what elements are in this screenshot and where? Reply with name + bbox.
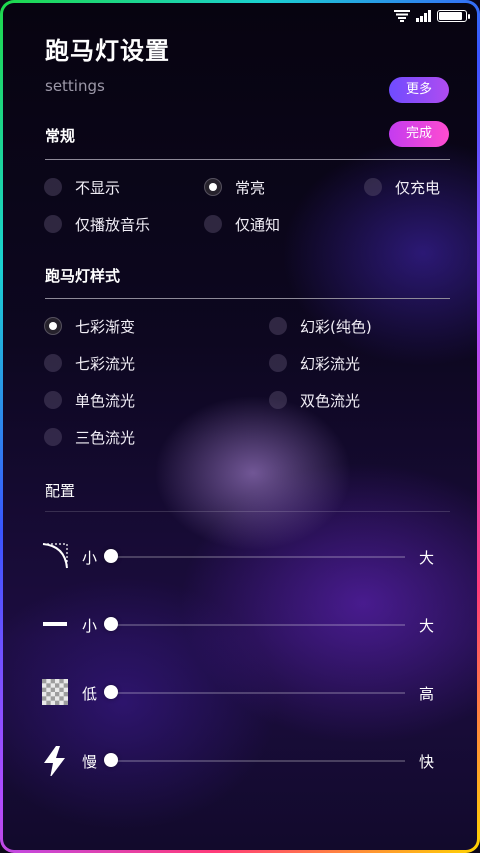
radio-general-2[interactable]: 仅充电 <box>364 176 440 198</box>
radio-dot <box>269 354 287 372</box>
radio-dot <box>204 178 222 196</box>
radio-dot <box>204 215 222 233</box>
radio-dot <box>269 317 287 335</box>
signal-icon <box>416 10 431 22</box>
radio-general-4[interactable]: 仅通知 <box>204 213 280 235</box>
page-subtitle: settings <box>45 77 105 95</box>
transparency-icon <box>42 679 68 705</box>
radio-label: 单色流光 <box>75 391 136 410</box>
radio-style-5[interactable]: 双色流光 <box>269 389 360 411</box>
radio-label: 幻彩流光 <box>300 354 361 373</box>
slider-min-label: 小 <box>82 549 98 567</box>
radio-style-1[interactable]: 幻彩(纯色) <box>269 315 372 337</box>
radio-label: 仅通知 <box>235 215 281 234</box>
radio-dot <box>44 215 62 233</box>
radio-dot <box>44 178 62 196</box>
radio-general-3[interactable]: 仅播放音乐 <box>44 213 150 235</box>
slider-min-label: 小 <box>82 617 98 635</box>
radio-dot <box>269 391 287 409</box>
section-title-general: 常规 <box>45 127 76 145</box>
corner-radius-icon <box>42 543 68 569</box>
slider-track[interactable] <box>111 692 405 694</box>
radio-style-0[interactable]: 七彩渐变 <box>44 315 135 337</box>
radio-style-6[interactable]: 三色流光 <box>44 426 135 448</box>
divider <box>45 159 450 160</box>
radio-dot <box>44 391 62 409</box>
slider-thumb[interactable] <box>104 753 118 767</box>
radio-label: 双色流光 <box>300 391 361 410</box>
divider <box>45 511 450 512</box>
radio-dot <box>44 428 62 446</box>
slider-track[interactable] <box>111 624 405 626</box>
radio-label: 七彩渐变 <box>75 317 136 336</box>
slider-thumb[interactable] <box>104 617 118 631</box>
slider-track[interactable] <box>111 760 405 762</box>
status-bar <box>394 7 470 25</box>
radio-label: 不显示 <box>75 178 121 197</box>
radio-label: 三色流光 <box>75 428 136 447</box>
slider-max-label: 大 <box>419 617 435 635</box>
radio-general-0[interactable]: 不显示 <box>44 176 120 198</box>
done-button[interactable]: 完成 <box>389 121 449 147</box>
radio-dot <box>44 317 62 335</box>
slider-max-label: 大 <box>419 549 435 567</box>
rainbow-frame: 跑马灯设置 settings 更多 常规 完成 不显示 常亮 仅充电 仅播放音乐… <box>0 0 480 853</box>
radio-label: 仅播放音乐 <box>75 215 151 234</box>
more-button[interactable]: 更多 <box>389 77 449 103</box>
slider-min-label: 慢 <box>82 753 98 771</box>
radio-style-4[interactable]: 单色流光 <box>44 389 135 411</box>
radio-dot <box>44 354 62 372</box>
radio-general-1[interactable]: 常亮 <box>204 176 265 198</box>
slider-thumb[interactable] <box>104 549 118 563</box>
radio-dot <box>364 178 382 196</box>
screen: 跑马灯设置 settings 更多 常规 完成 不显示 常亮 仅充电 仅播放音乐… <box>3 3 477 850</box>
section-title-style: 跑马灯样式 <box>45 267 121 285</box>
slider-line-width: 小 大 <box>41 610 441 640</box>
slider-track[interactable] <box>111 556 405 558</box>
slider-thumb[interactable] <box>104 685 118 699</box>
slider-speed: 慢 快 <box>41 746 441 776</box>
radio-label: 幻彩(纯色) <box>300 317 372 336</box>
slider-max-label: 快 <box>419 753 435 771</box>
lightning-icon <box>44 746 65 776</box>
slider-corner-radius: 小 大 <box>41 542 441 572</box>
slider-min-label: 低 <box>82 685 98 703</box>
radio-style-2[interactable]: 七彩流光 <box>44 352 135 374</box>
battery-icon <box>437 10 470 22</box>
radio-label: 常亮 <box>235 178 266 197</box>
divider <box>45 298 450 299</box>
slider-max-label: 高 <box>419 685 435 703</box>
radio-style-3[interactable]: 幻彩流光 <box>269 352 360 374</box>
wifi-icon <box>394 10 410 22</box>
slider-transparency: 低 高 <box>41 678 441 708</box>
radio-label: 七彩流光 <box>75 354 136 373</box>
section-title-config: 配置 <box>45 482 76 500</box>
page-title: 跑马灯设置 <box>45 37 170 65</box>
line-width-icon <box>43 622 67 626</box>
radio-label: 仅充电 <box>395 178 441 197</box>
